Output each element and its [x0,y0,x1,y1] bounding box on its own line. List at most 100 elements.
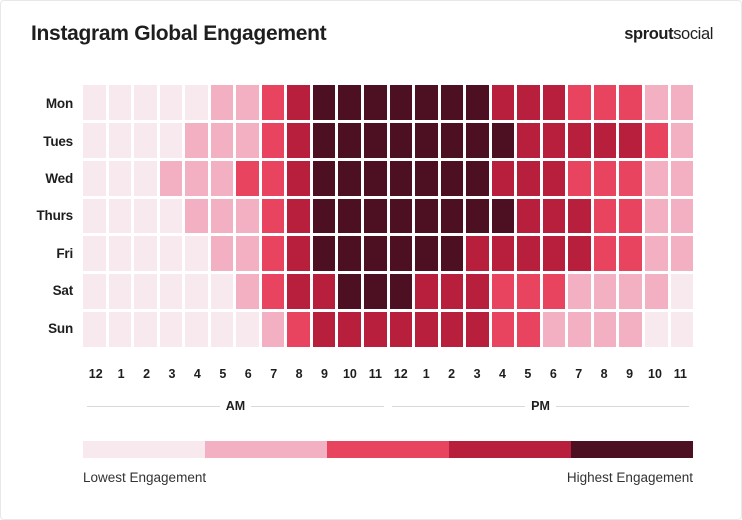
heatmap-cell[interactable] [466,274,489,310]
heatmap-cell[interactable] [236,122,259,158]
heatmap-cell[interactable] [159,122,183,158]
heatmap-cell[interactable] [108,160,132,196]
heatmap-cell[interactable] [261,312,285,348]
heatmap-cell[interactable] [261,236,285,272]
heatmap-cell[interactable] [287,312,310,348]
heatmap-cell[interactable] [517,236,540,272]
heatmap-cell[interactable] [670,198,694,234]
heatmap-cell[interactable] [670,160,694,196]
heatmap-cell[interactable] [236,198,259,234]
heatmap-cell[interactable] [542,122,566,158]
heatmap-cell[interactable] [338,85,362,120]
heatmap-cell[interactable] [261,198,285,234]
heatmap-cell[interactable] [108,236,132,272]
heatmap-cell[interactable] [466,85,489,120]
heatmap-cell[interactable] [517,122,540,158]
heatmap-cell[interactable] [159,85,183,120]
heatmap-cell[interactable] [568,312,591,348]
heatmap-cell[interactable] [645,236,668,272]
heatmap-cell[interactable] [134,198,157,234]
heatmap-cell[interactable] [261,274,285,310]
heatmap-cell[interactable] [261,85,285,120]
heatmap-cell[interactable] [312,274,336,310]
heatmap-cell[interactable] [517,85,540,120]
heatmap-cell[interactable] [312,160,336,196]
heatmap-cell[interactable] [185,198,208,234]
heatmap-cell[interactable] [542,198,566,234]
heatmap-cell[interactable] [210,236,234,272]
heatmap-cell[interactable] [645,312,668,348]
heatmap-cell[interactable] [542,312,566,348]
heatmap-cell[interactable] [364,198,387,234]
heatmap-cell[interactable] [389,312,413,348]
heatmap-cell[interactable] [389,198,413,234]
heatmap-cell[interactable] [338,236,362,272]
heatmap-cell[interactable] [134,274,157,310]
heatmap-cell[interactable] [185,160,208,196]
heatmap-cell[interactable] [466,122,489,158]
heatmap-cell[interactable] [619,122,643,158]
heatmap-cell[interactable] [287,274,310,310]
heatmap-cell[interactable] [185,236,208,272]
heatmap-cell[interactable] [83,160,106,196]
heatmap-cell[interactable] [415,85,438,120]
heatmap-cell[interactable] [185,85,208,120]
heatmap-cell[interactable] [83,236,106,272]
heatmap-cell[interactable] [261,122,285,158]
heatmap-cell[interactable] [542,274,566,310]
heatmap-cell[interactable] [210,312,234,348]
heatmap-cell[interactable] [83,198,106,234]
heatmap-cell[interactable] [159,198,183,234]
heatmap-cell[interactable] [287,122,310,158]
heatmap-cell[interactable] [338,160,362,196]
heatmap-cell[interactable] [517,274,540,310]
heatmap-cell[interactable] [134,122,157,158]
heatmap-cell[interactable] [440,236,464,272]
heatmap-cell[interactable] [159,274,183,310]
heatmap-cell[interactable] [83,85,106,120]
heatmap-cell[interactable] [287,198,310,234]
heatmap-cell[interactable] [134,312,157,348]
heatmap-cell[interactable] [83,122,106,158]
heatmap-cell[interactable] [210,198,234,234]
heatmap-cell[interactable] [466,160,489,196]
heatmap-cell[interactable] [108,85,132,120]
heatmap-cell[interactable] [159,236,183,272]
heatmap-cell[interactable] [619,236,643,272]
heatmap-cell[interactable] [645,122,668,158]
heatmap-cell[interactable] [108,198,132,234]
heatmap-cell[interactable] [568,274,591,310]
heatmap-cell[interactable] [619,312,643,348]
heatmap-cell[interactable] [364,122,387,158]
heatmap-cell[interactable] [415,198,438,234]
heatmap-cell[interactable] [210,85,234,120]
heatmap-cell[interactable] [364,85,387,120]
heatmap-cell[interactable] [670,122,694,158]
heatmap-cell[interactable] [389,85,413,120]
heatmap-cell[interactable] [108,274,132,310]
heatmap-cell[interactable] [440,122,464,158]
heatmap-cell[interactable] [389,236,413,272]
heatmap-cell[interactable] [568,236,591,272]
heatmap-cell[interactable] [134,236,157,272]
heatmap-cell[interactable] [312,312,336,348]
heatmap-cell[interactable] [619,274,643,310]
heatmap-cell[interactable] [568,122,591,158]
heatmap-cell[interactable] [542,236,566,272]
heatmap-cell[interactable] [619,85,643,120]
heatmap-cell[interactable] [312,85,336,120]
heatmap-cell[interactable] [236,312,259,348]
heatmap-cell[interactable] [415,312,438,348]
heatmap-cell[interactable] [491,236,515,272]
heatmap-cell[interactable] [159,160,183,196]
heatmap-cell[interactable] [619,198,643,234]
heatmap-cell[interactable] [287,85,310,120]
heatmap-cell[interactable] [517,198,540,234]
heatmap-cell[interactable] [491,122,515,158]
heatmap-cell[interactable] [670,85,694,120]
heatmap-cell[interactable] [338,312,362,348]
heatmap-cell[interactable] [185,274,208,310]
heatmap-cell[interactable] [491,274,515,310]
heatmap-cell[interactable] [415,236,438,272]
heatmap-cell[interactable] [619,160,643,196]
